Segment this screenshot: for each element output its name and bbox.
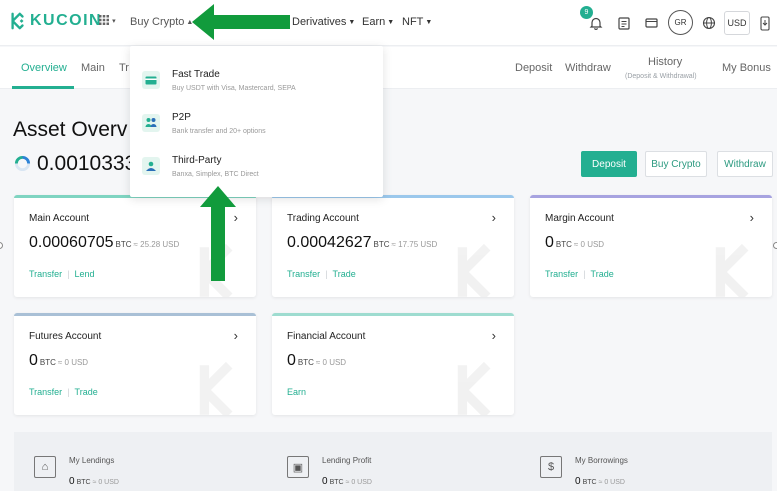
card-actions: Earn (287, 387, 306, 397)
kucoin-watermark-icon (715, 243, 749, 297)
card-balance: 0 BTC ≈ 0 USD (29, 352, 89, 369)
card-icon (142, 71, 160, 89)
tab-history[interactable]: History (648, 56, 682, 68)
nav-earn[interactable]: Earn ▼ (362, 16, 394, 28)
chevron-right-icon[interactable]: › (234, 328, 238, 343)
trading-account-card[interactable]: Trading Account › 0.00042627 BTC ≈ 17.75 U… (272, 195, 514, 297)
lend-link[interactable]: Lend (75, 269, 95, 279)
nav-nft[interactable]: NFT ▼ (402, 16, 432, 28)
chevron-down-icon: ▼ (425, 19, 433, 26)
nav-derivatives[interactable]: Derivatives ▼ (292, 16, 355, 28)
card-accent-line (530, 195, 772, 198)
download-app-button[interactable] (753, 11, 777, 35)
card-actions: Transfer | Trade (29, 387, 98, 397)
transfer-link[interactable]: Transfer (545, 269, 578, 279)
transfer-link[interactable]: Transfer (29, 387, 62, 397)
history-subtitle: (Deposit & Withdrawal) (625, 73, 697, 80)
top-navigation: KUCOIN ▾ Buy Crypto ▲ Derivatives ▼ Earn ▼ … (0, 0, 777, 46)
card-actions: Transfer | Lend (29, 269, 95, 279)
chevron-right-icon[interactable]: › (492, 210, 496, 225)
annotation-arrow-up-icon (200, 186, 236, 281)
house-icon: ⌂ (34, 456, 56, 478)
globe-icon (702, 16, 716, 30)
wallet-button[interactable] (639, 11, 663, 35)
kucoin-watermark-icon (199, 361, 233, 415)
chevron-down-icon: ▼ (387, 19, 395, 26)
card-balance: 0.00042627 BTC ≈ 17.75 USD (287, 234, 438, 251)
bell-icon (589, 17, 603, 30)
wallet-icon (644, 18, 658, 28)
tab-main[interactable]: Main (81, 62, 105, 74)
tab-overview[interactable]: Overview (21, 62, 67, 74)
card-accent-line (272, 313, 514, 316)
card-title: Trading Account (287, 213, 359, 224)
apps-menu[interactable]: ▾ (99, 15, 116, 28)
p2p-icon (142, 114, 160, 132)
tab-trading[interactable]: Tr (119, 62, 129, 74)
buy-crypto-button[interactable]: Buy Crypto (645, 151, 707, 177)
futures-account-card[interactable]: Futures Account › 0 BTC ≈ 0 USD Transfer | T… (14, 313, 256, 415)
chevron-down-icon: ▼ (348, 19, 356, 26)
sub-navigation: Overview Main Tr Deposit Withdraw Histor… (0, 47, 777, 89)
dropdown-item-p2p[interactable]: P2P Bank transfer and 20+ options (130, 106, 383, 149)
lending-summary: ⌂ My Lendings 0 BTC ≈ 0 USD ▣ Lending Prof… (14, 432, 772, 491)
user-avatar[interactable]: GR (668, 10, 693, 35)
third-party-icon (142, 157, 160, 175)
transfer-link[interactable]: Transfer (29, 269, 62, 279)
card-actions: Transfer | Trade (287, 269, 356, 279)
kucoin-watermark-icon (457, 361, 491, 415)
card-title: Main Account (29, 213, 90, 224)
currency-selector[interactable]: USD (724, 11, 750, 35)
download-app-icon (760, 15, 770, 31)
apps-grid-icon (99, 15, 109, 25)
carousel-next-dot[interactable] (773, 242, 777, 249)
carousel-prev-dot[interactable] (0, 242, 3, 249)
nav-buy-crypto[interactable]: Buy Crypto ▲ (130, 16, 193, 28)
dropdown-item-fast-trade[interactable]: Fast Trade Buy USDT with Visa, Mastercar… (130, 63, 383, 106)
notification-count-badge: 9 (580, 6, 593, 19)
dropdown-item-third-party[interactable]: Third-Party Banxa, Simplex, BTC Direct (130, 149, 383, 192)
money-bag-icon: $ (540, 456, 562, 478)
loading-spinner-icon (14, 155, 31, 172)
annotation-arrow-left-icon (192, 4, 290, 40)
kucoin-logo[interactable]: KUCOIN (9, 12, 102, 30)
earn-link[interactable]: Earn (287, 387, 306, 397)
transfer-link[interactable]: Transfer (287, 269, 320, 279)
tab-my-bonus[interactable]: My Bonus (722, 62, 771, 74)
tab-withdraw[interactable]: Withdraw (565, 62, 611, 74)
card-accent-line (14, 313, 256, 316)
page-title: Asset Overv (13, 118, 128, 141)
chevron-down-icon: ▾ (112, 18, 116, 25)
card-actions: Transfer | Trade (545, 269, 614, 279)
financial-account-card[interactable]: Financial Account › 0 BTC ≈ 0 USD Earn (272, 313, 514, 415)
kucoin-logo-icon (11, 12, 24, 30)
chevron-right-icon[interactable]: › (492, 328, 496, 343)
card-balance: 0 BTC ≈ 0 USD (287, 352, 347, 369)
active-tab-indicator (12, 86, 74, 89)
gift-icon: ▣ (287, 456, 309, 478)
trade-link[interactable]: Trade (75, 387, 98, 397)
card-title: Financial Account (287, 331, 366, 342)
deposit-button[interactable]: Deposit (581, 151, 637, 177)
card-balance: 0 BTC ≈ 0 USD (545, 234, 605, 251)
card-title: Margin Account (545, 213, 614, 224)
trade-link[interactable]: Trade (591, 269, 614, 279)
withdraw-button[interactable]: Withdraw (717, 151, 773, 177)
card-balance: 0.00060705 BTC ≈ 25.28 USD (29, 234, 180, 251)
buy-crypto-dropdown: Fast Trade Buy USDT with Visa, Mastercar… (130, 46, 383, 197)
chevron-right-icon[interactable]: › (750, 210, 754, 225)
language-button[interactable] (697, 11, 721, 35)
kucoin-watermark-icon (457, 243, 491, 297)
tab-deposit[interactable]: Deposit (515, 62, 552, 74)
margin-account-card[interactable]: Margin Account › 0 BTC ≈ 0 USD Transfer | Tr… (530, 195, 772, 297)
trade-link[interactable]: Trade (333, 269, 356, 279)
brand-name: KUCOIN (30, 12, 103, 29)
card-title: Futures Account (29, 331, 102, 342)
orders-icon (618, 16, 630, 30)
orders-button[interactable] (612, 11, 636, 35)
total-balance: 0.0010333 (37, 152, 137, 175)
